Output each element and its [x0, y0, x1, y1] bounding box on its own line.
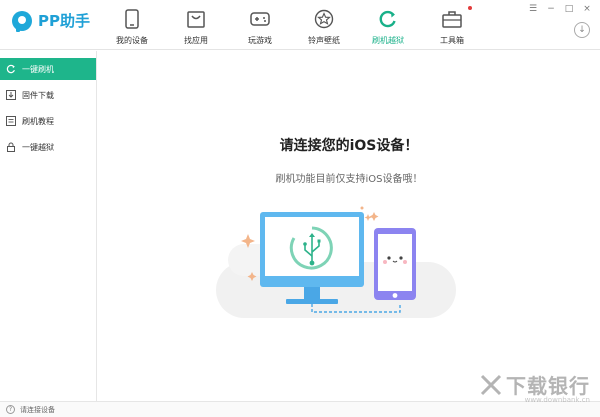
- connect-device-illustration: [216, 206, 456, 318]
- close-button[interactable]: ×: [580, 3, 594, 15]
- sidebar-item-label: 固件下载: [22, 90, 54, 100]
- tab-label: 我的设备: [116, 36, 148, 45]
- sidebar-item-label: 刷机教程: [22, 116, 54, 126]
- menu-icon[interactable]: ☰: [526, 3, 540, 15]
- sparkle-icon: [364, 214, 372, 221]
- tab-my-device[interactable]: 我的设备: [100, 0, 164, 50]
- watermark-text: 下载银行: [506, 374, 590, 398]
- bag-icon: [185, 8, 207, 30]
- sparkle-dot: [360, 206, 364, 210]
- download-manager-button[interactable]: ↓: [574, 22, 590, 38]
- tab-find-apps[interactable]: 找应用: [164, 0, 228, 50]
- main-nav: 我的设备 找应用 玩游戏 铃声壁纸 刷机越狱 工具箱: [100, 0, 484, 50]
- phone-blush: [383, 260, 387, 264]
- app-window: PP助手 我的设备 找应用 玩游戏 铃声壁纸 刷机越狱 工具箱 ☰ − □ × …: [0, 0, 600, 417]
- sidebar-item-one-click-jailbreak[interactable]: 一键越狱: [0, 136, 96, 158]
- status-bar: ? 请连接设备: [0, 401, 600, 417]
- app-title: PP助手: [38, 12, 90, 30]
- sidebar-item-label: 一键刷机: [22, 64, 54, 74]
- phone-blush: [403, 260, 407, 264]
- watermark-logo-icon: [480, 374, 502, 395]
- star-icon: [313, 8, 335, 30]
- phone-home-button: [392, 293, 398, 298]
- tab-play-games[interactable]: 玩游戏: [228, 0, 292, 50]
- sidebar-item-label: 一键越狱: [22, 142, 54, 152]
- maximize-button[interactable]: □: [562, 3, 576, 15]
- refresh-icon: [377, 8, 399, 30]
- download-icon: [6, 90, 16, 100]
- gamepad-icon: [249, 8, 271, 30]
- tab-label: 找应用: [184, 36, 208, 45]
- toolbox-icon: [441, 8, 463, 30]
- watermark: 下载银行 www.downbank.cn: [480, 370, 590, 404]
- monitor-stand: [304, 287, 320, 299]
- tab-label: 铃声壁纸: [308, 36, 340, 45]
- tab-ringtones-wallpapers[interactable]: 铃声壁纸: [292, 0, 356, 50]
- usb-icon-node: [309, 260, 315, 266]
- lock-icon: [6, 142, 16, 152]
- help-icon[interactable]: ?: [6, 405, 15, 414]
- sidebar-item-firmware-download[interactable]: 固件下载: [0, 84, 96, 106]
- usb-icon-node: [303, 242, 307, 246]
- book-icon: [6, 116, 16, 126]
- sparkle-icon: [369, 212, 379, 221]
- page-subtitle: 刷机功能目前仅支持iOS设备哦！: [275, 174, 423, 185]
- watermark-url: www.downbank.cn: [524, 396, 590, 404]
- minimize-button[interactable]: −: [544, 3, 558, 15]
- sidebar-item-one-click-flash[interactable]: 一键刷机: [0, 58, 96, 80]
- phone-icon: [121, 8, 143, 30]
- tab-flash-jailbreak[interactable]: 刷机越狱: [356, 0, 420, 50]
- pp-logo-icon: [12, 10, 32, 32]
- usb-icon-node: [317, 239, 321, 243]
- tab-toolbox[interactable]: 工具箱: [420, 0, 484, 50]
- notification-badge: [468, 6, 472, 10]
- tab-label: 工具箱: [440, 36, 464, 45]
- download-icon: ↓: [578, 25, 586, 35]
- monitor-base: [286, 299, 338, 304]
- page-title: 请连接您的iOS设备！: [279, 138, 419, 154]
- sidebar: 一键刷机 固件下载 刷机教程 一键越狱: [0, 51, 97, 401]
- sidebar-item-flash-tutorial[interactable]: 刷机教程: [0, 110, 96, 132]
- top-bar: PP助手 我的设备 找应用 玩游戏 铃声壁纸 刷机越狱 工具箱 ☰ − □ × …: [0, 0, 600, 50]
- tab-label: 玩游戏: [248, 36, 272, 45]
- status-text: 请连接设备: [20, 405, 55, 414]
- refresh-icon: [6, 64, 16, 74]
- main-content: 请连接您的iOS设备！ 刷机功能目前仅支持iOS设备哦！: [98, 51, 600, 401]
- app-logo: PP助手: [12, 10, 90, 32]
- window-controls: ☰ − □ ×: [526, 3, 594, 15]
- tab-label: 刷机越狱: [372, 36, 404, 45]
